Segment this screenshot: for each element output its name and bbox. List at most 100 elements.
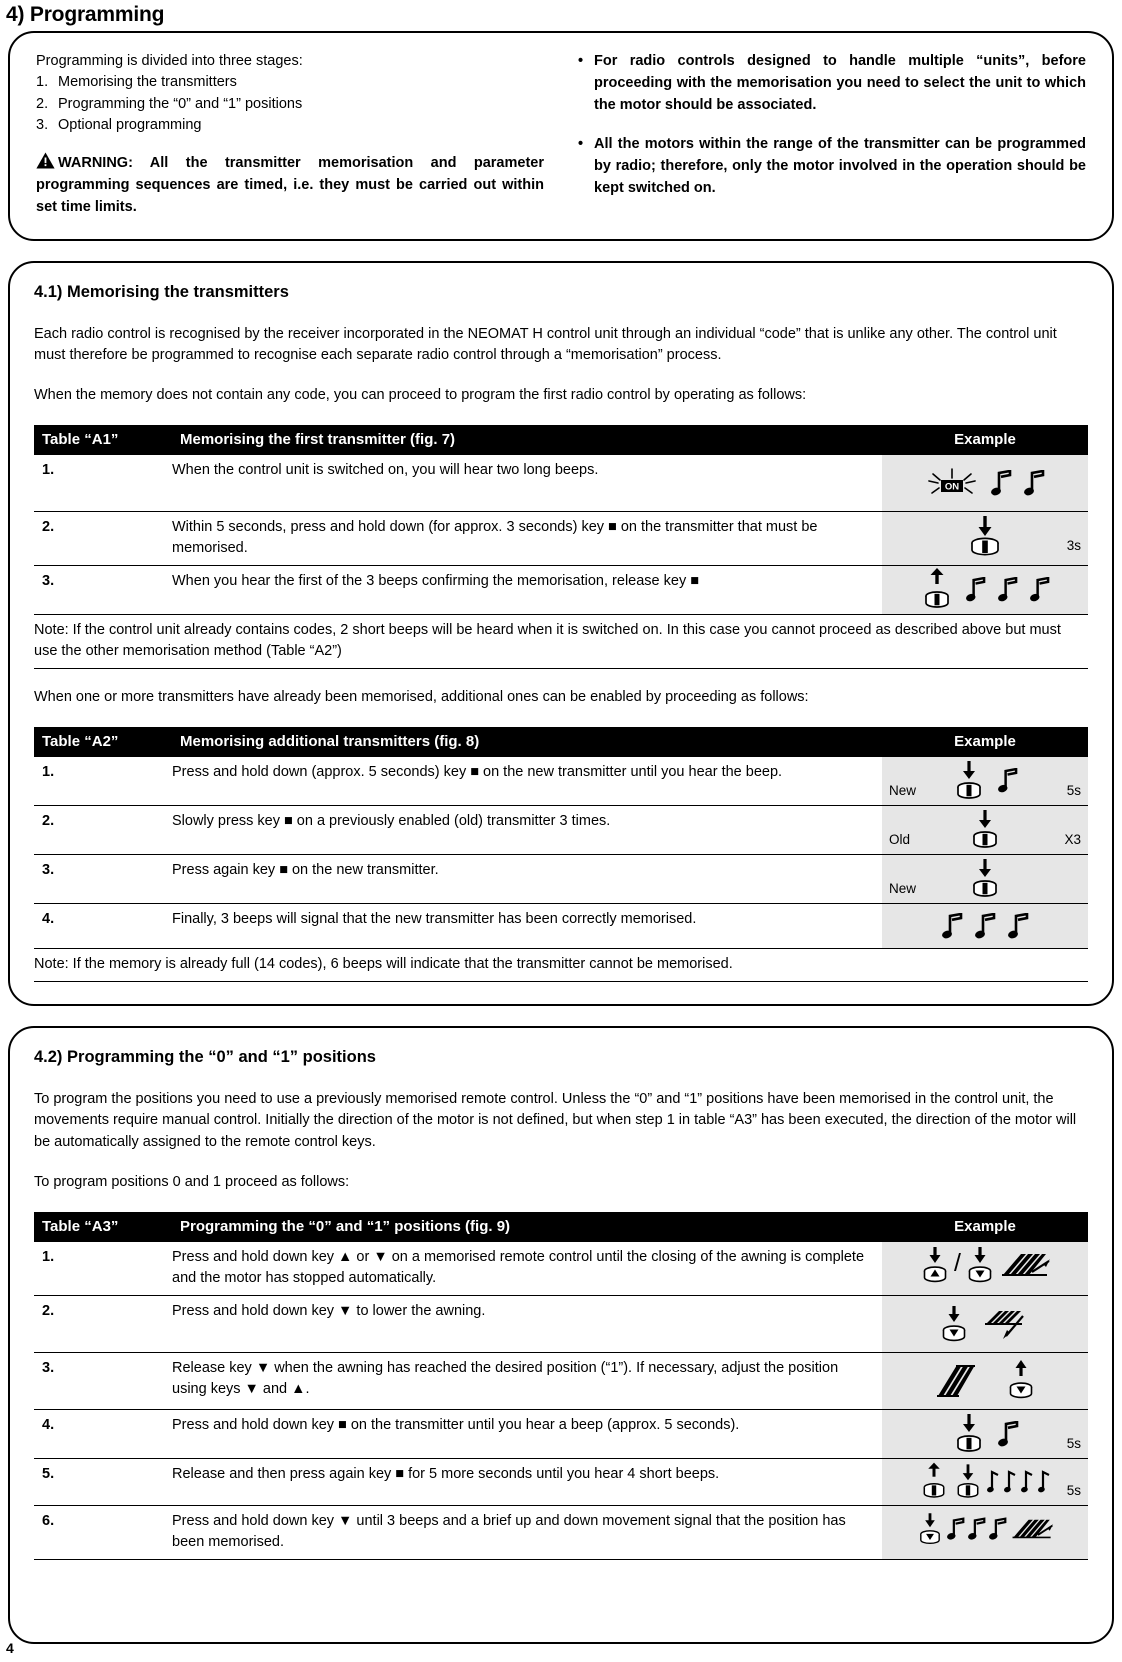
stop-key-release-button-icon [919, 1461, 949, 1503]
example-cell: ON [882, 454, 1088, 512]
svg-text:ON: ON [945, 481, 959, 492]
warning-text: WARNING: All the transmitter memorisatio… [36, 155, 544, 215]
step-description: When the control unit is switched on, yo… [172, 454, 882, 512]
list-item: • All the motors within the range of the… [578, 134, 1086, 199]
step-number: 1. [34, 756, 172, 806]
beep-note-icon [998, 577, 1018, 602]
example-cell: 3s [882, 511, 1088, 566]
step-description: Press again key ■ on the new transmitter… [172, 854, 882, 904]
stage-number: 2. [36, 95, 49, 112]
step-description: Press and hold down key ▼ to lower the a… [172, 1295, 882, 1353]
stop-key-release-button-icon [920, 567, 954, 612]
beep-note-icon [1007, 912, 1029, 939]
step-description: Finally, 3 beeps will signal that the ne… [172, 903, 882, 949]
example-duration: 5s [1066, 1436, 1081, 1452]
section-42-para1: To program the positions you need to use… [34, 1090, 1077, 1151]
section-41-para2: When the memory does not contain any cod… [34, 387, 807, 403]
step-description: Press and hold down (approx. 5 seconds) … [172, 756, 882, 806]
stop-key-button-icon [968, 857, 1002, 901]
beep-note-icon [966, 577, 986, 602]
table-row: 2. Press and hold down key ▼ to lower th… [34, 1295, 1088, 1353]
bullet-text: All the motors within the range of the t… [594, 136, 1086, 196]
table-row: 4. Finally, 3 beeps will signal that the… [34, 903, 1088, 949]
example-cell: / [882, 1241, 1088, 1296]
example-transmitter-label: Old [889, 832, 911, 847]
table-a3-example-header: Example [882, 1211, 1088, 1242]
page-number: 4 [6, 1640, 14, 1656]
awning-closed-icon [999, 1248, 1051, 1282]
stop-key-button-icon [952, 759, 986, 803]
list-item: 1. Memorising the transmitters [36, 72, 544, 93]
beep-note-icon [974, 912, 996, 939]
bullet-text: For radio controls designed to handle mu… [594, 53, 1086, 113]
step-description: Press and hold down key ■ on the transmi… [172, 1409, 882, 1459]
beep-note-icon [991, 469, 1012, 496]
section-42-title: 4.2) Programming the “0” and “1” positio… [34, 1047, 376, 1066]
table-row: 2. Within 5 seconds, press and hold down… [34, 511, 1088, 566]
step-number: 1. [34, 1241, 172, 1296]
slash-separator-icon: / [954, 1249, 961, 1278]
step-number: 2. [34, 805, 172, 855]
stop-key-button-icon [953, 1461, 983, 1503]
section-41-para1: Each radio control is recognised by the … [34, 325, 1057, 364]
section-41-title: 4.1) Memorising the transmitters [34, 282, 289, 301]
step-number: 5. [34, 1458, 172, 1506]
table-a1-example-header: Example [882, 424, 1088, 455]
section-42-para2: To program positions 0 and 1 proceed as … [34, 1173, 350, 1190]
down-key-button-icon [1005, 1359, 1037, 1403]
stage-label: Programming the “0” and “1” positions [58, 95, 303, 112]
stop-key-button-icon [968, 808, 1002, 852]
awning-closed-icon [1010, 1513, 1054, 1545]
step-description: Slowly press key ■ on a previously enabl… [172, 805, 882, 855]
step-number: 3. [34, 1352, 172, 1410]
warning-paragraph: WARNING: All the transmitter memorisatio… [36, 152, 544, 218]
intro-lead: Programming is divided into three stages… [36, 53, 303, 69]
example-cell [882, 1295, 1088, 1353]
short-beep-icon [1038, 1469, 1051, 1494]
beep-note-icon [989, 1516, 1007, 1541]
beep-note-icon [947, 1516, 965, 1541]
example-cell [882, 565, 1088, 615]
stop-key-button-icon [952, 1412, 986, 1456]
stage-label: Memorising the transmitters [58, 74, 237, 91]
table-row: 1. When the control unit is switched on,… [34, 454, 1088, 512]
section-42-box: 4.2) Programming the “0” and “1” positio… [8, 1025, 1114, 1644]
table-row: 3. Release key ▼ when the awning has rea… [34, 1352, 1088, 1410]
up-key-button-icon [919, 1244, 951, 1286]
stop-key-button-icon [965, 514, 1005, 558]
table-note-row: Note: If the control unit already contai… [34, 613, 1088, 669]
short-beep-icon [987, 1469, 1000, 1494]
example-duration: 5s [1066, 1483, 1081, 1499]
stage-number: 1. [36, 74, 49, 91]
awning-opening-icon [982, 1306, 1032, 1342]
table-a2-example-header: Example [882, 726, 1088, 757]
step-number: 4. [34, 903, 172, 949]
bullet-dot-icon: • [578, 136, 584, 153]
example-duration: 3s [1066, 538, 1081, 554]
table-row: 3. Press again key ■ on the new transmit… [34, 854, 1088, 904]
example-transmitter-label: New [889, 783, 917, 798]
example-cell [882, 1505, 1088, 1560]
table-a3-label: Table “A3” [34, 1211, 172, 1242]
beep-note-icon [997, 1420, 1019, 1447]
table-a3-title: Programming the “0” and “1” positions (f… [172, 1211, 882, 1242]
table-row: 6. Press and hold down key ▼ until 3 bee… [34, 1505, 1088, 1560]
beep-note-icon [998, 768, 1018, 793]
step-number: 6. [34, 1505, 172, 1560]
short-beep-icon [1021, 1469, 1034, 1494]
step-number: 3. [34, 854, 172, 904]
table-a1: Table “A1” Memorising the first transmit… [34, 424, 1088, 669]
step-number: 3. [34, 565, 172, 615]
intro-right-column: • For radio controls designed to handle … [578, 51, 1086, 219]
down-key-button-icon [916, 1508, 944, 1550]
example-cell: New [882, 854, 1088, 904]
example-cell [882, 903, 1088, 949]
intro-left-column: Programming is divided into three stages… [36, 51, 544, 219]
example-cell: 5s [882, 1458, 1088, 1506]
table-note-row: Note: If the memory is already full (14 … [34, 947, 1088, 982]
on-burst-icon: ON [925, 467, 979, 499]
down-key-button-icon [964, 1244, 996, 1286]
step-description: Release and then press again key ■ for 5… [172, 1458, 882, 1506]
step-description: Press and hold down key ▲ or ▼ on a memo… [172, 1241, 882, 1296]
step-number: 2. [34, 1295, 172, 1353]
